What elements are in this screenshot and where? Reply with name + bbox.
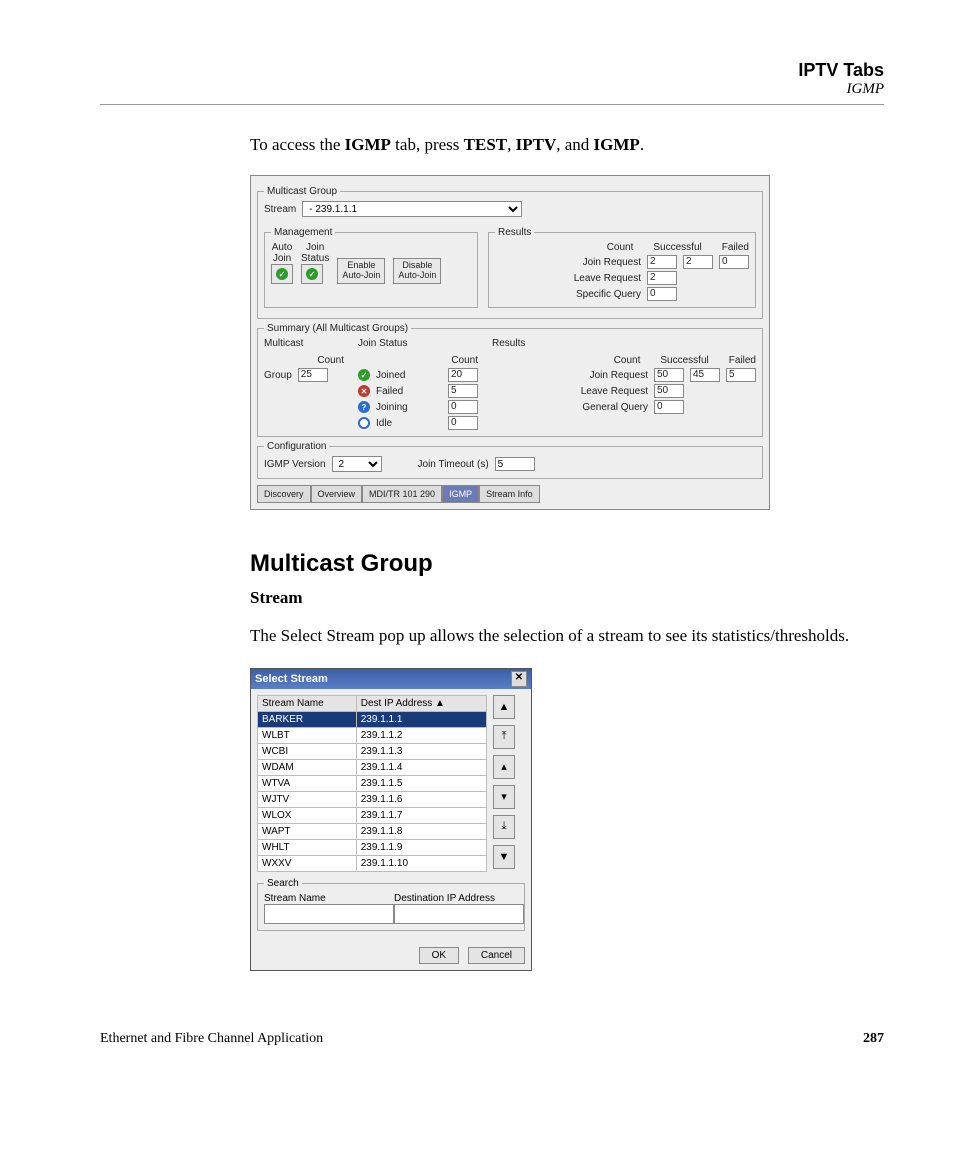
table-row[interactable]: BARKER239.1.1.1 — [258, 711, 487, 727]
table-row[interactable]: WXXV239.1.1.10 — [258, 855, 487, 871]
sq-count: 0 — [647, 287, 677, 301]
page-number: 287 — [863, 1031, 884, 1047]
tab-mdi[interactable]: MDI/TR 101 290 — [362, 485, 442, 503]
table-row[interactable]: WTVA239.1.1.5 — [258, 775, 487, 791]
search-stream-input[interactable] — [264, 904, 394, 924]
summary-fieldset: Summary (All Multicast Groups) Multicast… — [257, 323, 763, 437]
stream-table[interactable]: Stream Name Dest IP Address ▲ BARKER239.… — [257, 695, 487, 872]
join-timeout-input[interactable] — [495, 457, 535, 471]
ok-button[interactable]: OK — [419, 947, 459, 964]
leave-request-label: Leave Request — [574, 273, 641, 284]
mg-legend: Multicast Group — [264, 186, 340, 197]
jr-fail: 0 — [719, 255, 749, 269]
jr-succ: 2 — [683, 255, 713, 269]
check-icon: ✓ — [358, 369, 370, 381]
summary-legend: Summary (All Multicast Groups) — [264, 323, 411, 334]
tab-discovery[interactable]: Discovery — [257, 485, 311, 503]
join-timeout-label: Join Timeout (s) — [418, 459, 489, 470]
tab-stream-info[interactable]: Stream Info — [479, 485, 540, 503]
results-fieldset: Results Count Successful Failed Join Req… — [488, 227, 756, 308]
col-stream-name[interactable]: Stream Name — [258, 695, 357, 711]
multicast-group-fieldset: Multicast Group Stream - 239.1.1.1 Manag… — [257, 186, 763, 319]
body-text: The Select Stream pop up allows the sele… — [250, 625, 884, 648]
select-stream-dialog: Select Stream ✕ Stream Name Dest IP Addr… — [250, 668, 532, 971]
disable-auto-join-button[interactable]: Disable Auto-Join — [393, 258, 441, 284]
stream-label: Stream — [264, 204, 296, 215]
dialog-titlebar: Select Stream ✕ — [251, 669, 531, 689]
tab-bar: Discovery Overview MDI/TR 101 290 IGMP S… — [257, 485, 763, 503]
lr-count: 2 — [647, 271, 677, 285]
join-status-label: Join Status — [301, 242, 329, 264]
header-title: IPTV Tabs — [100, 60, 884, 81]
jr-count: 2 — [647, 255, 677, 269]
cancel-button[interactable]: Cancel — [468, 947, 525, 964]
header-rule — [100, 104, 884, 105]
specific-query-label: Specific Query — [576, 289, 641, 300]
circle-icon — [358, 417, 370, 429]
section-title: Multicast Group — [250, 550, 884, 578]
auto-join-button[interactable]: ✓ — [271, 264, 293, 284]
x-icon: ✕ — [358, 385, 370, 397]
igmp-panel: Multicast Group Stream - 239.1.1.1 Manag… — [250, 175, 770, 510]
page-down-button[interactable]: ⤓ — [493, 815, 515, 839]
intro-text: To access the IGMP tab, press TEST, IPTV… — [250, 135, 884, 155]
igmp-version-label: IGMP Version — [264, 459, 326, 470]
check-icon: ✓ — [276, 268, 288, 280]
configuration-fieldset: Configuration IGMP Version 2 Join Timeou… — [257, 441, 763, 479]
check-icon: ✓ — [306, 268, 318, 280]
page-header: IPTV Tabs IGMP — [100, 60, 884, 98]
management-legend: Management — [271, 227, 335, 238]
footer-left: Ethernet and Fibre Channel Application — [100, 1031, 323, 1047]
join-status-indicator: ✓ — [301, 264, 323, 284]
scroll-up-button[interactable]: ▴ — [493, 755, 515, 779]
close-icon[interactable]: ✕ — [511, 671, 527, 687]
section-subhead: Stream — [250, 588, 884, 608]
page-up-button[interactable]: ⤒ — [493, 725, 515, 749]
search-ip-input[interactable] — [394, 904, 524, 924]
tab-overview[interactable]: Overview — [311, 485, 363, 503]
col-dest-ip[interactable]: Dest IP Address ▲ — [356, 695, 486, 711]
tab-igmp[interactable]: IGMP — [442, 485, 479, 503]
table-row[interactable]: WLOX239.1.1.7 — [258, 807, 487, 823]
scroll-top-button[interactable]: ▲ — [493, 695, 515, 719]
table-row[interactable]: WHLT239.1.1.9 — [258, 839, 487, 855]
scroll-bottom-button[interactable]: ▼ — [493, 845, 515, 869]
question-icon: ? — [358, 401, 370, 413]
auto-join-label: Auto Join — [271, 242, 293, 264]
table-row[interactable]: WCBI239.1.1.3 — [258, 743, 487, 759]
table-row[interactable]: WDAM239.1.1.4 — [258, 759, 487, 775]
table-row[interactable]: WLBT239.1.1.2 — [258, 727, 487, 743]
search-ip-label: Destination IP Address — [394, 893, 518, 904]
header-subtitle: IGMP — [100, 81, 884, 98]
search-stream-label: Stream Name — [264, 893, 388, 904]
config-legend: Configuration — [264, 441, 329, 452]
stream-dropdown[interactable]: - 239.1.1.1 — [302, 201, 522, 217]
join-request-label: Join Request — [583, 257, 641, 268]
search-fieldset: Search Stream Name Destination IP Addres… — [257, 878, 525, 931]
table-row[interactable]: WAPT239.1.1.8 — [258, 823, 487, 839]
dialog-title: Select Stream — [255, 673, 328, 685]
table-row[interactable]: WJTV239.1.1.6 — [258, 791, 487, 807]
enable-auto-join-button[interactable]: Enable Auto-Join — [337, 258, 385, 284]
page-footer: Ethernet and Fibre Channel Application 2… — [100, 1031, 884, 1047]
igmp-version-select[interactable]: 2 — [332, 456, 382, 472]
scroll-down-button[interactable]: ▾ — [493, 785, 515, 809]
management-fieldset: Management Auto Join ✓ Join Status ✓ Ena… — [264, 227, 478, 308]
group-count: 25 — [298, 368, 328, 382]
results-legend: Results — [495, 227, 534, 238]
